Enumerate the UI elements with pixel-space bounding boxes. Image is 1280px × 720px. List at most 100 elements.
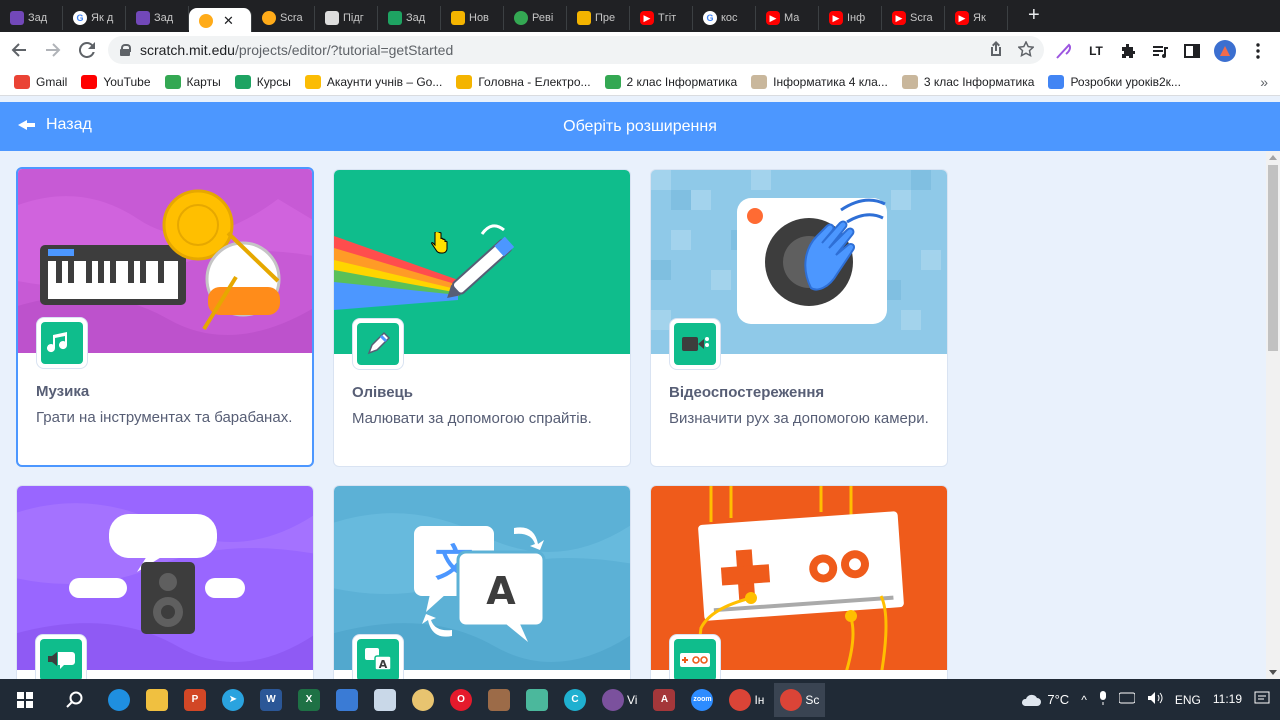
- store-icon[interactable]: [330, 683, 364, 717]
- edge-icon[interactable]: [102, 683, 136, 717]
- extension-card-text-to-speech[interactable]: [16, 485, 314, 679]
- reload-icon[interactable]: [72, 35, 102, 65]
- svg-text:A: A: [379, 658, 388, 671]
- youtube-favicon-icon: ▶: [892, 11, 906, 25]
- clock[interactable]: 11:19: [1213, 692, 1242, 707]
- lt-extension-icon[interactable]: LT: [1086, 41, 1106, 61]
- media-controls-icon[interactable]: [1150, 41, 1170, 61]
- extension-card-translate[interactable]: 文 A A: [333, 485, 631, 679]
- search-icon[interactable]: [58, 683, 92, 717]
- chevron-up-icon[interactable]: ^: [1081, 693, 1087, 707]
- bookmark-item[interactable]: Акаунти учнів – Go...: [304, 74, 442, 89]
- youtube-favicon-icon: ▶: [640, 11, 654, 25]
- more-bookmarks-icon[interactable]: »: [1260, 74, 1268, 90]
- powerpoint-icon[interactable]: P: [178, 683, 212, 717]
- scroll-up-icon[interactable]: [1269, 155, 1277, 160]
- tab-title: Зад: [406, 12, 426, 24]
- taskbar-label: Vi: [627, 692, 638, 707]
- puzzle-extensions-icon[interactable]: [1118, 41, 1138, 61]
- system-tray: 7°C ^ ENG 11:19: [1019, 679, 1280, 720]
- canva-icon[interactable]: C: [558, 683, 592, 717]
- browser-tab[interactable]: Gкос: [693, 6, 756, 30]
- volume-icon[interactable]: [1147, 691, 1163, 708]
- browser-menu-icon[interactable]: [1248, 41, 1268, 61]
- form-favicon-icon: [136, 11, 150, 25]
- excel-icon[interactable]: X: [292, 683, 326, 717]
- language-indicator[interactable]: ENG: [1175, 693, 1201, 707]
- tab-title: Ма: [784, 12, 800, 24]
- browser-tab[interactable]: Зад: [126, 6, 189, 30]
- bookmarks-bar: Gmail YouTube Карты Курсы Акаунти учнів – Go…: [0, 68, 1280, 96]
- microphone-icon[interactable]: [1099, 691, 1107, 708]
- extension-description: Грати на інструментах та барабанах.: [36, 409, 293, 426]
- feather-extension-icon[interactable]: [1054, 41, 1074, 61]
- explorer-icon[interactable]: [140, 683, 174, 717]
- chrome-app-1[interactable]: Ін: [723, 683, 770, 717]
- bookmark-item[interactable]: Інформатика 4 кла...: [751, 74, 888, 89]
- back-icon[interactable]: [4, 35, 34, 65]
- word-icon[interactable]: W: [254, 683, 288, 717]
- bookmark-item[interactable]: Gmail: [14, 74, 67, 89]
- forward-icon[interactable]: [38, 35, 68, 65]
- notification-icon[interactable]: [1254, 690, 1270, 709]
- bookmark-item[interactable]: Курсы: [234, 74, 291, 89]
- drive-favicon-icon: [514, 11, 528, 25]
- access-icon[interactable]: A: [647, 683, 681, 717]
- browser-tab[interactable]: ▶ Інф: [819, 6, 882, 30]
- library-scrollbar[interactable]: [1266, 151, 1280, 679]
- paint-icon[interactable]: [406, 683, 440, 717]
- chrome-app-2[interactable]: Sc: [774, 682, 826, 717]
- browser-tab[interactable]: Scra: [252, 6, 315, 30]
- browser-tab[interactable]: Нов: [441, 6, 504, 30]
- url-path: /projects/editor/?tutorial=getStarted: [234, 42, 454, 58]
- scroll-down-icon[interactable]: [1269, 670, 1277, 675]
- youtube-favicon-icon: ▶: [829, 11, 843, 25]
- extension-library: Музика Грати на інструментах та барабана…: [0, 151, 1266, 679]
- tab-title: Тгіт: [658, 12, 677, 24]
- profile-avatar[interactable]: [1214, 40, 1236, 62]
- browser-tab[interactable]: Пре: [567, 6, 630, 30]
- bookmark-item[interactable]: Головна - Електро...: [456, 74, 591, 89]
- viber-app[interactable]: Vi: [596, 683, 643, 717]
- browser-tab[interactable]: ▶ Як: [945, 6, 1008, 30]
- side-panel-icon[interactable]: [1182, 41, 1202, 61]
- lock-icon[interactable]: [120, 44, 131, 56]
- scratch-desktop-icon[interactable]: [482, 683, 516, 717]
- browser-tab[interactable]: Зад: [0, 6, 63, 30]
- bookmark-item[interactable]: 2 клас Інформатика: [604, 74, 737, 89]
- telegram-icon[interactable]: ➤: [216, 683, 250, 717]
- tab-title: Пре: [595, 12, 616, 24]
- bookmark-item[interactable]: 3 клас Інформатика: [901, 74, 1034, 89]
- browser-tab-strip: Зад G Як д Зад ✕ Scra Підг Зад Нов Реві Пре ▶ Тгіт Gк…: [0, 0, 1280, 34]
- cat-app-icon[interactable]: [520, 683, 554, 717]
- close-tab-icon[interactable]: ✕: [223, 13, 234, 29]
- browser-tab[interactable]: ▶ Тгіт: [630, 6, 693, 30]
- browser-tab[interactable]: Зад: [378, 6, 441, 30]
- new-tab-button[interactable]: +: [1028, 4, 1040, 27]
- bookmark-item[interactable]: Розробки уроків2к...: [1048, 74, 1181, 89]
- scroll-thumb[interactable]: [1268, 165, 1278, 351]
- browser-tab[interactable]: G Як д: [63, 6, 126, 30]
- opera-icon[interactable]: O: [444, 683, 478, 717]
- address-bar[interactable]: scratch.mit.edu/projects/editor/?tutoria…: [108, 36, 1044, 64]
- url-host: scratch.mit.edu: [140, 42, 235, 58]
- browser-tab[interactable]: Реві: [504, 6, 567, 30]
- extension-card-pen[interactable]: Олівець Малювати за допомогою спрайтів.: [333, 169, 631, 467]
- extension-card-music[interactable]: Музика Грати на інструментах та барабана…: [16, 167, 314, 467]
- bookmark-item[interactable]: YouTube: [81, 74, 151, 89]
- bookmark-star-icon[interactable]: [1017, 40, 1035, 61]
- bookmark-item[interactable]: Карты: [164, 74, 221, 89]
- browser-tab[interactable]: Підг: [315, 6, 378, 30]
- extension-card-video-sensing[interactable]: Відеоспостереження Визначити рух за допо…: [650, 169, 948, 467]
- temperature: 7°C: [1047, 692, 1070, 707]
- weather-widget[interactable]: 7°C: [1019, 692, 1069, 707]
- zoom-icon[interactable]: zoom: [685, 683, 719, 717]
- browser-tab[interactable]: ▶ Ма: [756, 6, 819, 30]
- camera-icon[interactable]: [1118, 692, 1136, 707]
- extension-card-makey-makey[interactable]: [650, 485, 948, 679]
- share-icon[interactable]: [988, 41, 1004, 61]
- windows-start-icon[interactable]: [8, 683, 42, 717]
- browser-tab[interactable]: ▶ Scra: [882, 6, 945, 30]
- browser-tab[interactable]: ✕: [189, 8, 252, 34]
- notepad-icon[interactable]: [368, 683, 402, 717]
